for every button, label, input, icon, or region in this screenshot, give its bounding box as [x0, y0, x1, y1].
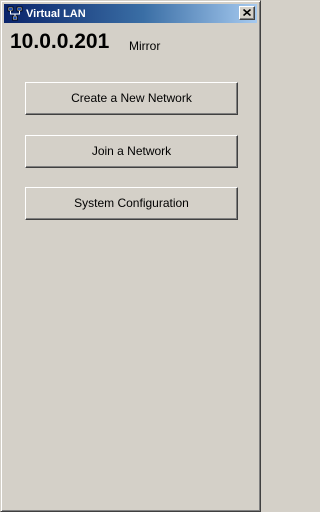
system-configuration-button[interactable]: System Configuration [25, 187, 238, 220]
join-network-button[interactable]: Join a Network [25, 135, 238, 168]
close-button[interactable] [239, 6, 255, 20]
close-icon [243, 9, 251, 16]
ip-address: 10.0.0.201 [10, 30, 110, 53]
network-icon [7, 6, 23, 22]
create-network-button[interactable]: Create a New Network [25, 82, 238, 115]
mode-label: Mirror [129, 39, 161, 53]
window-title: Virtual LAN [26, 8, 86, 20]
title-bar[interactable]: Virtual LAN [4, 4, 257, 23]
virtual-lan-window: Virtual LAN 10.0.0.201 Mirror Create a N… [0, 0, 261, 512]
